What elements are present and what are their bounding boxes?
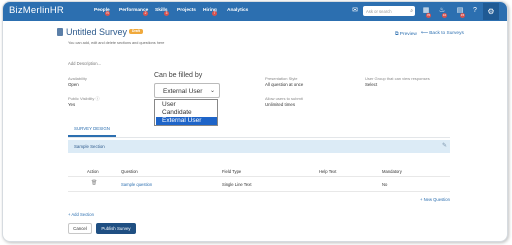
- preview-label: Preview: [399, 32, 417, 37]
- column-header-mandatory: Mandatory: [382, 169, 402, 174]
- add-description-field[interactable]: Add Description...: [68, 61, 101, 66]
- nav-analytics[interactable]: Analytics: [227, 8, 248, 13]
- presentation-style-label: Presentation Style: [265, 76, 298, 81]
- add-section-link[interactable]: + Add Section: [68, 212, 94, 217]
- nav-performance-badge: 2: [143, 11, 148, 16]
- status-badge: Draft: [129, 29, 143, 34]
- availability-label: Availability: [68, 76, 87, 81]
- can-be-filled-label: Can be filled by: [154, 72, 203, 79]
- nav-skills-badge: 3: [164, 11, 169, 16]
- tab-divider: [68, 137, 450, 138]
- tab-survey-design[interactable]: SURVEY DESIGN: [68, 123, 116, 137]
- user-group-value[interactable]: Select: [365, 82, 377, 87]
- field-type-value: Single Line Text: [222, 182, 252, 187]
- section-title: Sample Section: [74, 144, 105, 149]
- arrow-left-icon: ⟵: [421, 31, 430, 36]
- table-divider: [68, 176, 450, 177]
- presentation-style-value[interactable]: All question at once: [265, 82, 303, 87]
- survey-editor: Untitled Survey Draft You can add, edit …: [3, 21, 507, 241]
- app-window: BizMerlinHR People N Performance 2 Skill…: [2, 1, 508, 242]
- column-header-action: Action: [87, 169, 99, 174]
- column-header-help-text: Help Text: [319, 169, 337, 174]
- top-navigation-bar: BizMerlinHR People N Performance 2 Skill…: [3, 2, 507, 21]
- mail-icon[interactable]: ✉: [350, 6, 360, 16]
- public-visibility-value[interactable]: Yes: [68, 102, 75, 107]
- gear-icon[interactable]: ⚙: [483, 3, 499, 20]
- select-value: External User: [163, 88, 203, 95]
- info-icon: ⓘ: [95, 96, 100, 101]
- section-header[interactable]: Sample Section ✎: [68, 140, 450, 153]
- nav-hiring-badge: 7: [212, 11, 217, 16]
- can-be-filled-dropdown: User Candidate External User: [154, 99, 218, 126]
- calendar-badge: 76: [426, 13, 431, 18]
- search-icon[interactable]: ⌕: [410, 8, 413, 14]
- nav-people-badge: N: [105, 11, 110, 16]
- app-logo[interactable]: BizMerlinHR: [9, 5, 64, 16]
- help-icon[interactable]: ?: [470, 6, 480, 16]
- availability-value[interactable]: Open: [68, 82, 79, 87]
- new-question-link[interactable]: + New Question: [420, 197, 450, 202]
- can-be-filled-select[interactable]: External User ⌄: [154, 83, 220, 98]
- back-to-surveys-link[interactable]: ⟵ Back to Surveys: [421, 31, 464, 36]
- cancel-button[interactable]: Cancel: [68, 223, 92, 234]
- page-title[interactable]: Untitled Survey: [66, 27, 127, 37]
- search-box[interactable]: Ask or search ⌕: [363, 6, 415, 16]
- search-input[interactable]: Ask or search: [366, 9, 392, 14]
- table-divider: [68, 191, 450, 192]
- nav-projects[interactable]: Projects: [177, 8, 196, 13]
- survey-icon: [57, 28, 63, 36]
- option-candidate[interactable]: Candidate: [156, 109, 217, 117]
- question-link[interactable]: Sample question: [121, 182, 152, 187]
- allow-submit-value[interactable]: Unlimited times: [265, 102, 295, 107]
- option-external-user[interactable]: External User: [156, 117, 217, 125]
- column-header-question: Question: [121, 169, 138, 174]
- option-user[interactable]: User: [156, 101, 217, 109]
- preview-link[interactable]: ⧉ Preview: [395, 31, 417, 37]
- publish-survey-button[interactable]: Publish Survey: [96, 223, 136, 234]
- page-subtitle: You can add, edit and delete sections an…: [68, 41, 165, 45]
- mandatory-value: No: [382, 182, 388, 187]
- column-header-field-type: Field Type: [222, 169, 242, 174]
- chevron-down-icon: ⌄: [209, 88, 215, 94]
- delete-icon[interactable]: 🗑: [91, 180, 97, 186]
- message-badge: 15: [460, 13, 465, 18]
- allow-submit-label: Allow users to submit: [265, 96, 303, 101]
- user-group-label: User Group that can view responses: [365, 76, 430, 81]
- back-label: Back to Surveys: [429, 31, 464, 36]
- notification-badge: 10: [442, 13, 447, 18]
- edit-icon[interactable]: ✎: [442, 142, 447, 149]
